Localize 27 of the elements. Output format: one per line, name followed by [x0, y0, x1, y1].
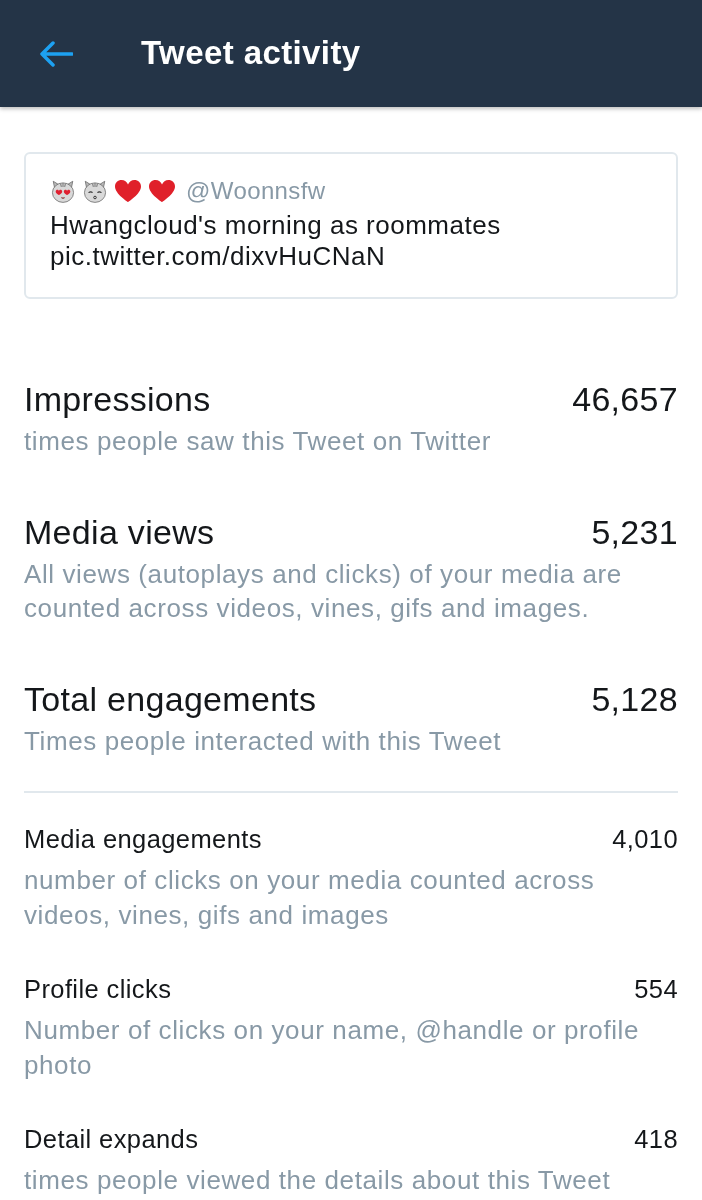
metric-description: Number of clicks on your name, @handle or profile photo [24, 1014, 641, 1082]
page-title: Tweet activity [141, 32, 361, 73]
tweet-text: Hwangcloud's morning as roommates pic.twitter.com/dixvHuCNaN [50, 210, 502, 272]
metric-description: number of clicks on your media counted across videos, vines, gifs and images [24, 864, 596, 932]
metric-description: All views (autoplays and clicks) of your media are counted across videos, vines, gifs and images. [24, 558, 623, 625]
metric-label: Media engagements [24, 824, 262, 855]
metric-value: 418 [634, 1124, 678, 1155]
metric-label: Media views [24, 512, 215, 552]
metric-description: times people viewed the details about this Tweet [24, 1164, 612, 1197]
tweet-handle: @Woonnsfw [186, 176, 326, 206]
heart-icon [148, 179, 176, 203]
metric-label: Detail expands [24, 1124, 199, 1155]
back-arrow-icon [39, 40, 73, 67]
metric-label: Impressions [24, 379, 211, 419]
metric-value: 5,231 [591, 512, 678, 552]
metric-value: 4,010 [612, 824, 678, 855]
metric-description: times people saw this Tweet on Twitter [24, 425, 492, 458]
heart-icon [114, 179, 142, 203]
kissing-cat-icon [82, 178, 108, 204]
metric-label: Total engagements [24, 679, 317, 719]
metric-value: 5,128 [591, 679, 678, 719]
heart-eyes-cat-icon [50, 178, 76, 204]
metric-label: Profile clicks [24, 974, 172, 1005]
tweet-card[interactable]: @Woonnsfw Hwangcloud's morning as roommates pic.twitter.com/dixvHuCNaN [24, 152, 678, 299]
metric-description: Times people interacted with this Tweet [24, 725, 503, 758]
metric-value: 554 [634, 974, 678, 1005]
metric-value: 46,657 [572, 379, 678, 419]
